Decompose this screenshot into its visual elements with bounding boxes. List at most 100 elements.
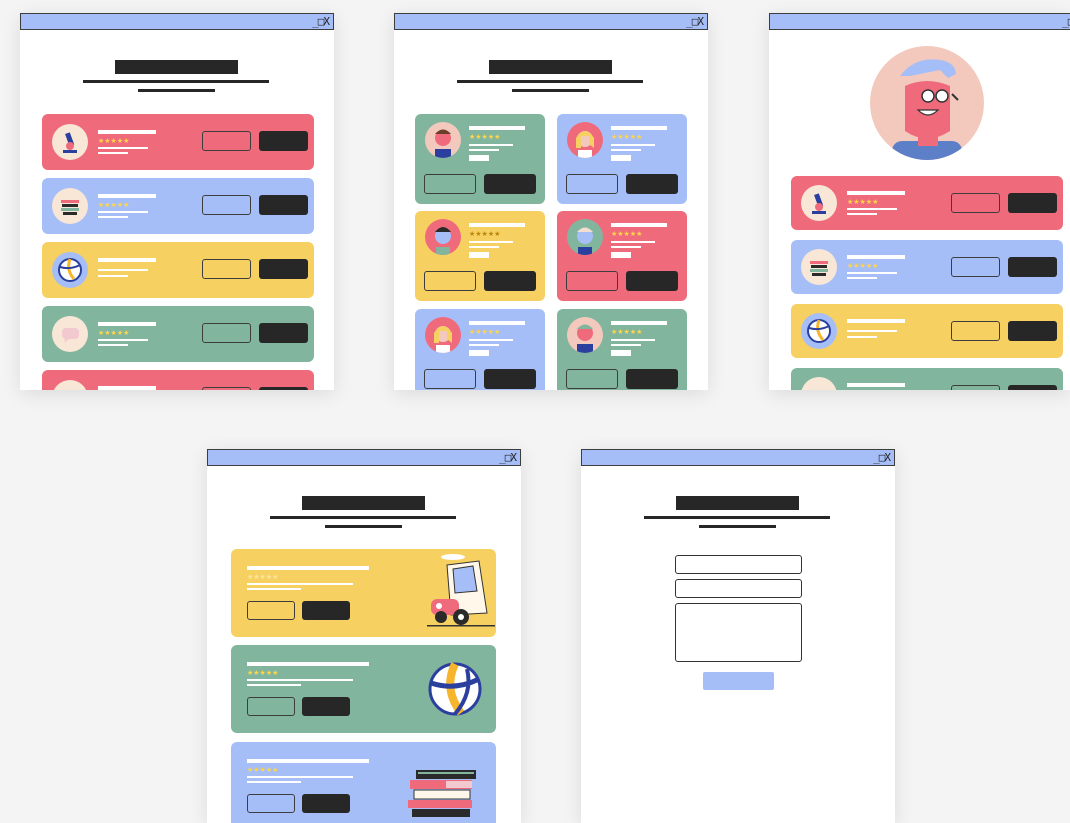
enroll-button[interactable] — [1008, 321, 1057, 341]
course-card[interactable]: ★★★★★ — [791, 176, 1063, 230]
card-text-line — [98, 339, 148, 341]
tutor-avatar — [567, 122, 603, 158]
email-field[interactable] — [675, 579, 802, 598]
card-text-line — [98, 216, 128, 218]
window-controls[interactable]: _□X — [873, 450, 891, 465]
card-tag — [469, 252, 489, 258]
window-controls[interactable]: _□X — [312, 14, 330, 29]
card-text-line — [247, 588, 301, 590]
featured-card[interactable]: ★★★★★ — [231, 549, 496, 637]
enroll-button[interactable] — [259, 259, 308, 279]
profile-button[interactable] — [424, 174, 476, 194]
subtitle-line-short — [512, 89, 589, 92]
details-button[interactable] — [202, 387, 251, 390]
course-card[interactable]: ★★★★★ — [42, 114, 314, 170]
course-card[interactable]: ★★★★★ — [42, 178, 314, 234]
book-button[interactable] — [484, 369, 536, 389]
title-bar: _□X — [20, 13, 334, 30]
book-button[interactable] — [626, 174, 678, 194]
details-button[interactable] — [202, 131, 251, 151]
volleyball-icon — [52, 252, 88, 288]
window-controls[interactable]: _□X — [1062, 14, 1070, 29]
featured-courses-window: _□X ★★★★★ ★★★★★ ★★★★★ — [207, 449, 521, 823]
tutor-card[interactable]: ★★★★★ — [415, 114, 545, 204]
profile-button[interactable] — [424, 369, 476, 389]
book-button[interactable] — [484, 174, 536, 194]
subtitle-line — [457, 80, 643, 83]
name-field[interactable] — [675, 555, 802, 574]
window-controls[interactable]: _□X — [499, 450, 517, 465]
tutor-card[interactable]: ★★★★★ — [415, 309, 545, 390]
message-field[interactable] — [675, 603, 802, 662]
details-button[interactable] — [202, 195, 251, 215]
subtitle-line-short — [325, 525, 402, 528]
rating-stars: ★★★★★ — [847, 198, 879, 206]
course-list-window: _□X ★★★★★ ★★★★★ ★★★★★ — [20, 13, 334, 390]
details-button[interactable] — [951, 257, 1000, 277]
enroll-button[interactable] — [302, 697, 350, 716]
details-button[interactable] — [951, 193, 1000, 213]
tutor-card[interactable]: ★★★★★ — [557, 309, 687, 390]
title-bar: _□X — [769, 13, 1070, 30]
details-button[interactable] — [951, 321, 1000, 341]
books-icon — [52, 188, 88, 224]
profile-button[interactable] — [566, 271, 618, 291]
rating-stars: ★★★★★ — [847, 262, 879, 270]
enroll-button[interactable] — [302, 601, 350, 620]
course-card[interactable] — [42, 370, 314, 390]
profile-button[interactable] — [566, 369, 618, 389]
card-text-line — [247, 583, 353, 585]
card-text-line — [847, 208, 897, 210]
details-button[interactable] — [202, 323, 251, 343]
rating-stars: ★★★★★ — [98, 201, 130, 209]
details-button[interactable] — [202, 259, 251, 279]
book-button[interactable] — [626, 369, 678, 389]
enroll-button[interactable] — [1008, 257, 1057, 277]
card-text-line — [98, 344, 128, 346]
enroll-button[interactable] — [1008, 385, 1057, 390]
tutor-avatar — [567, 317, 603, 353]
enroll-button[interactable] — [259, 195, 308, 215]
window-controls[interactable]: _□X — [686, 14, 704, 29]
tutor-card[interactable]: ★★★★★ — [415, 211, 545, 301]
details-button[interactable] — [951, 385, 1000, 390]
card-title-line — [247, 759, 369, 763]
page-title-placeholder — [302, 496, 425, 510]
rating-stars: ★★★★★ — [469, 328, 501, 336]
book-button[interactable] — [626, 271, 678, 291]
subtitle-line — [83, 80, 269, 83]
submit-button[interactable] — [703, 672, 774, 690]
course-card[interactable] — [791, 368, 1063, 390]
course-card[interactable]: ★★★★★ — [791, 240, 1063, 294]
course-card[interactable]: ★★★★★ — [42, 306, 314, 362]
details-button[interactable] — [247, 601, 295, 620]
tutor-avatar — [425, 122, 461, 158]
course-card[interactable] — [42, 242, 314, 298]
card-text-line — [247, 776, 353, 778]
card-text-line — [98, 269, 148, 271]
featured-card[interactable]: ★★★★★ — [231, 742, 496, 823]
profile-button[interactable] — [424, 271, 476, 291]
card-text-line — [611, 241, 655, 243]
rating-stars: ★★★★★ — [611, 230, 643, 238]
card-text-line — [611, 339, 655, 341]
details-button[interactable] — [247, 794, 295, 813]
rating-stars: ★★★★★ — [247, 573, 279, 581]
book-button[interactable] — [484, 271, 536, 291]
details-button[interactable] — [247, 697, 295, 716]
featured-card[interactable]: ★★★★★ — [231, 645, 496, 733]
course-card[interactable] — [791, 304, 1063, 358]
enroll-button[interactable] — [259, 387, 308, 390]
profile-button[interactable] — [566, 174, 618, 194]
enroll-button[interactable] — [1008, 193, 1057, 213]
tutor-card[interactable]: ★★★★★ — [557, 211, 687, 301]
card-text-line — [247, 684, 301, 686]
enroll-button[interactable] — [259, 131, 308, 151]
enroll-button[interactable] — [302, 794, 350, 813]
card-title-line — [611, 321, 667, 325]
tutor-profile-window: _□X ★★★★★ ★★★★★ — [769, 13, 1070, 390]
enroll-button[interactable] — [259, 323, 308, 343]
tutor-card[interactable]: ★★★★★ — [557, 114, 687, 204]
card-title-line — [847, 383, 905, 387]
card-title-line — [247, 662, 369, 666]
